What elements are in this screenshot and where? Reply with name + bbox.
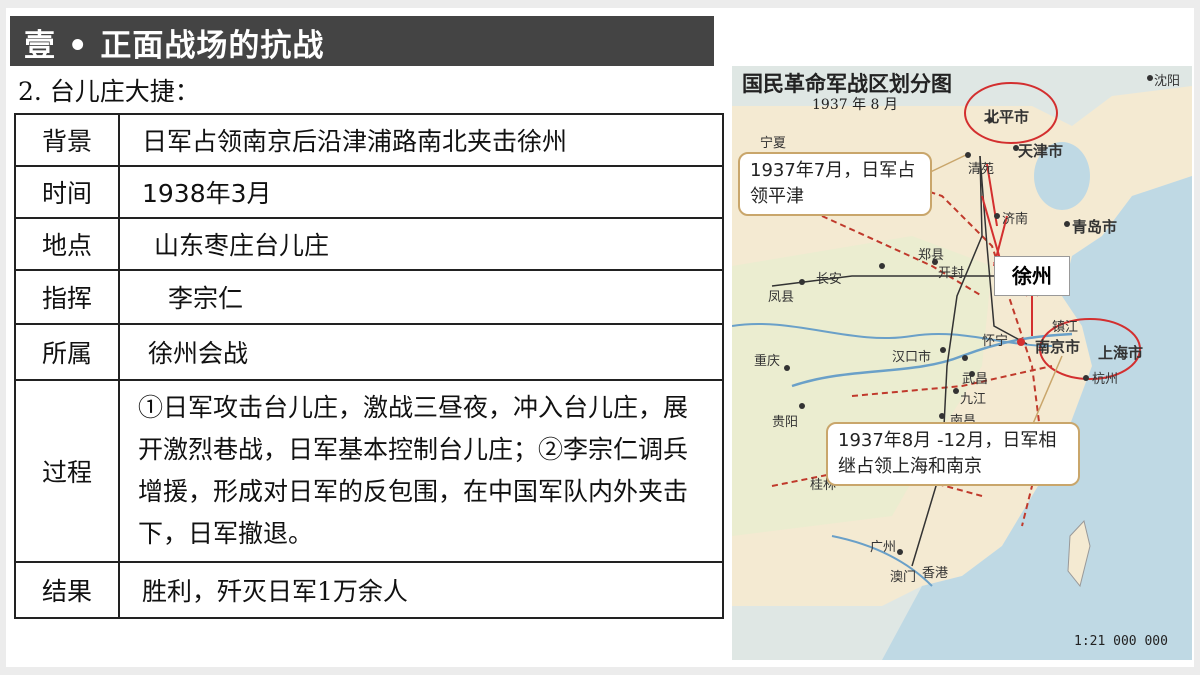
table-row: 背景 日军占领南京后沿津浦路南北夹击徐州: [14, 113, 724, 167]
map-date: 1937 年 8 月: [812, 97, 898, 113]
row-value: 胜利，歼灭日军1万余人: [118, 561, 724, 619]
city-label: 北平市: [984, 108, 1030, 126]
battle-info-table: 背景 日军占领南京后沿津浦路南北夹击徐州 时间 1938年3月 地点 山东枣庄台…: [14, 113, 724, 619]
city-label: 长安: [816, 272, 843, 287]
city-label: 开封: [938, 266, 965, 281]
row-value: 徐州会战: [118, 323, 724, 381]
topic-subtitle: 2. 台儿庄大捷：: [18, 77, 200, 106]
row-label: 结果: [14, 561, 120, 619]
table-row: 地点 山东枣庄台儿庄: [14, 217, 724, 271]
city-label: 杭州: [1092, 372, 1119, 387]
xuzhou-label: 徐州: [994, 256, 1070, 296]
city-label: 重庆: [754, 354, 781, 369]
section-title: 壹 • 正面战场的抗战: [24, 28, 325, 64]
row-value: 李宗仁: [118, 269, 724, 325]
table-row: 结果 胜利，歼灭日军1万余人: [14, 561, 724, 619]
table-row: 过程 ①日军攻击台儿庄，激战三昼夜，冲入台儿庄，展开激烈巷战，日军基本控制台儿庄…: [14, 379, 724, 563]
city-label: 汉口市: [892, 350, 932, 365]
callout-north: 1937年7月，日军占领平津: [738, 152, 932, 216]
city-label: 广州: [870, 540, 897, 555]
row-value: 山东枣庄台儿庄: [118, 217, 724, 271]
city-label: 宁夏: [760, 136, 787, 151]
city-label: 贵阳: [772, 415, 799, 430]
section-header: 壹 • 正面战场的抗战: [10, 16, 714, 66]
war-zone-map: 国民革命军战区划分图 1937 年 8 月 北平市 天津市 沈阳 青岛市 济南 …: [732, 66, 1192, 660]
row-value: 1938年3月: [118, 165, 724, 219]
city-label: 怀宁: [982, 334, 1009, 349]
city-label: 镇江: [1052, 320, 1079, 335]
city-label: 清苑: [968, 162, 995, 177]
row-label: 地点: [14, 217, 120, 271]
city-label: 天津市: [1018, 142, 1064, 160]
city-label: 上海市: [1098, 344, 1144, 362]
city-label: 青岛市: [1072, 218, 1118, 236]
city-label: 香港: [922, 566, 949, 581]
city-label: 九江: [960, 392, 987, 407]
map-scale: 1:21 000 000: [1074, 634, 1168, 649]
city-label: 澳门: [890, 570, 917, 585]
city-label: 南京市: [1035, 338, 1081, 356]
city-label: 武昌: [962, 372, 989, 387]
row-label: 时间: [14, 165, 120, 219]
city-label: 沈阳: [1154, 74, 1181, 89]
row-label: 背景: [14, 113, 120, 167]
table-row: 指挥 李宗仁: [14, 269, 724, 325]
row-label: 过程: [14, 379, 120, 563]
table-row: 所属 徐州会战: [14, 323, 724, 381]
city-label: 郑县: [918, 248, 945, 263]
callout-south: 1937年8月 -12月，日军相继占领上海和南京: [826, 422, 1080, 486]
city-label: 济南: [1002, 212, 1029, 227]
city-label: 凤县: [768, 290, 795, 305]
row-label: 指挥: [14, 269, 120, 325]
row-value: 日军占领南京后沿津浦路南北夹击徐州: [118, 113, 724, 167]
table-row: 时间 1938年3月: [14, 165, 724, 219]
row-value: ①日军攻击台儿庄，激战三昼夜，冲入台儿庄，展开激烈巷战，日军基本控制台儿庄；②李…: [118, 379, 724, 563]
row-label: 所属: [14, 323, 120, 381]
